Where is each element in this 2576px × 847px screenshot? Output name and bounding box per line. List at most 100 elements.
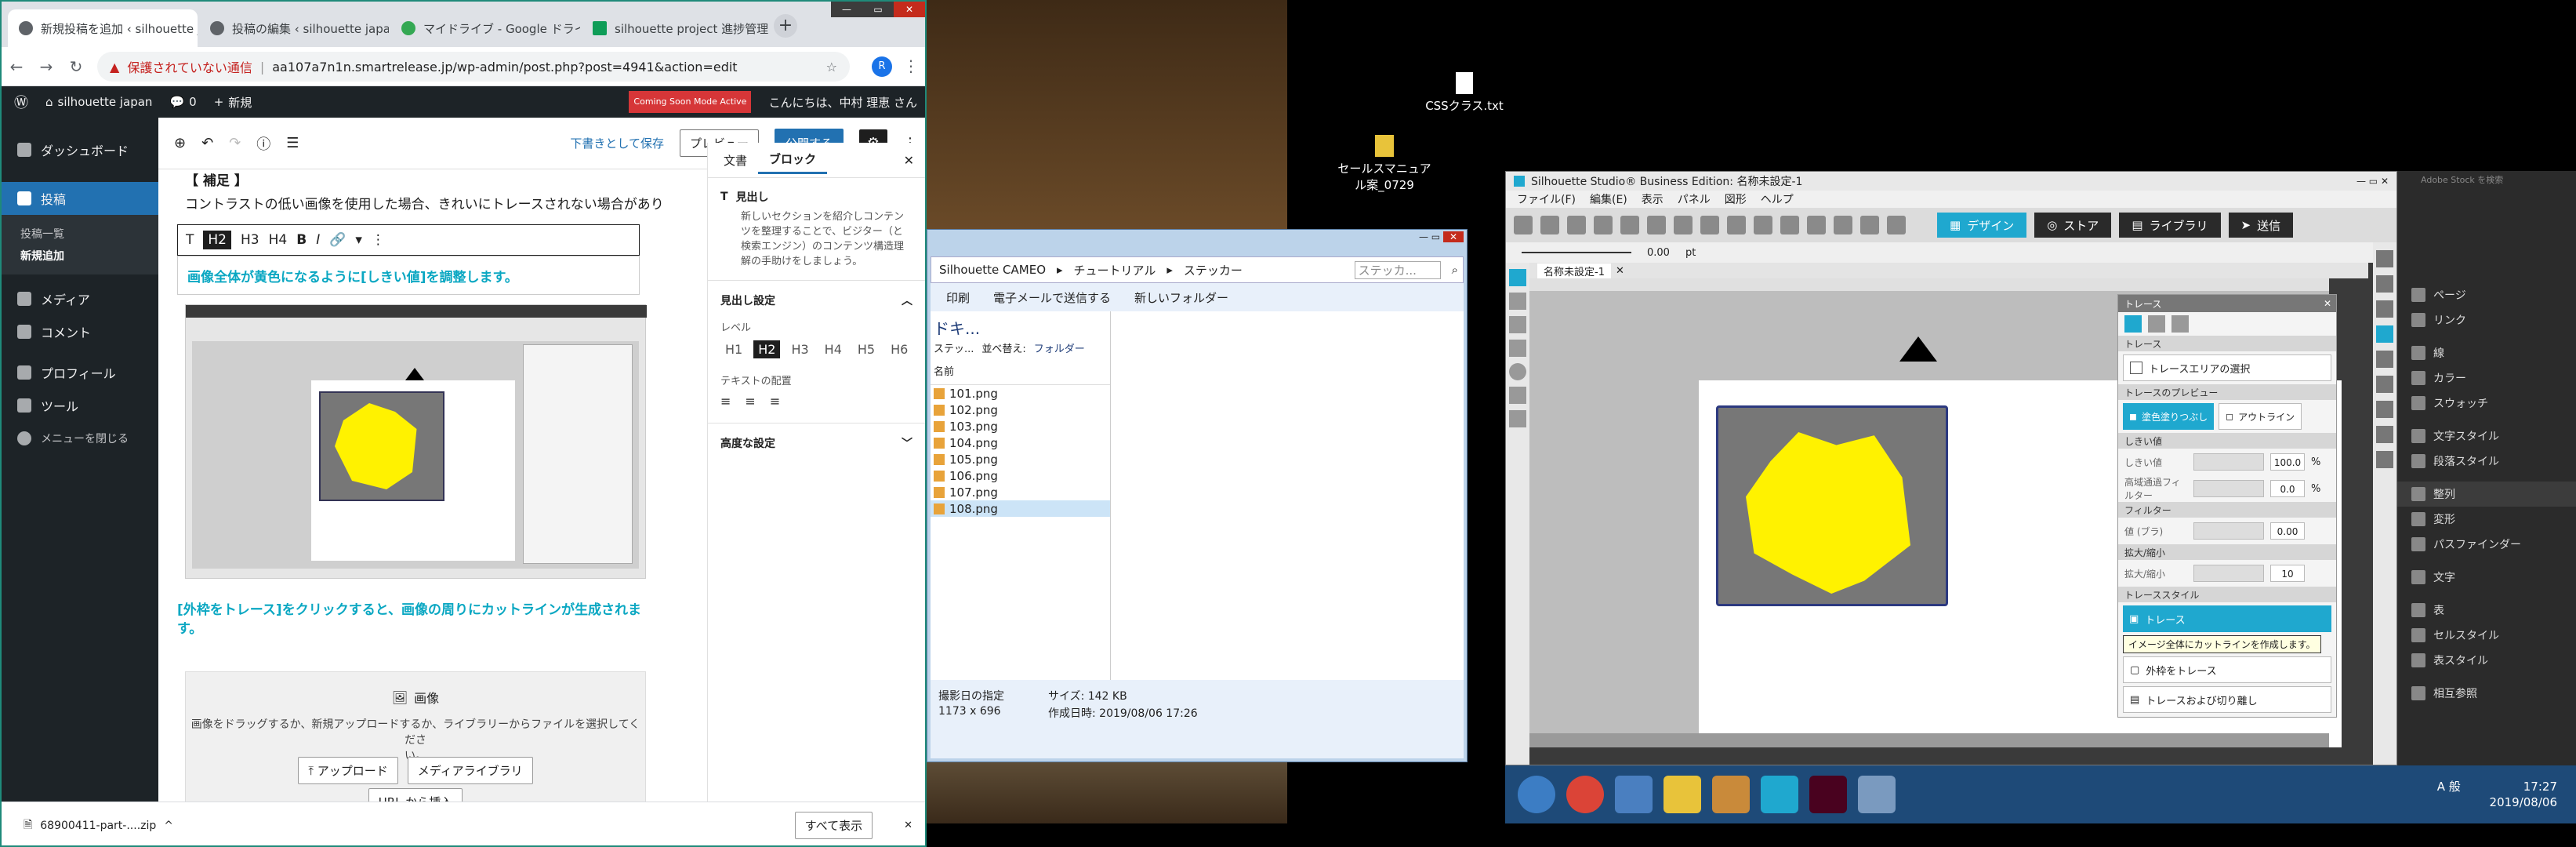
align-left-icon[interactable]: ≡ — [720, 394, 731, 409]
paste-icon[interactable] — [1674, 216, 1693, 234]
tab-design[interactable]: ▦ デザイン — [1937, 213, 2027, 238]
name-column-header[interactable]: 名前 — [931, 357, 1110, 385]
explorer-address-bar[interactable]: Silhouette CAMEO ▸ チュートリアル ▸ ステッカー ステッカ...… — [931, 256, 1464, 283]
media-library-button[interactable]: メディアライブラリ — [407, 757, 533, 784]
outline-preview-button[interactable]: ◻ アウトライン — [2219, 403, 2302, 430]
stock-search-input[interactable]: Adobe Stock を検索 — [2397, 171, 2576, 188]
new-tab-button[interactable]: + — [774, 14, 797, 38]
site-name-link[interactable]: ⌂ silhouette japan — [45, 95, 152, 109]
wordpress-logo-icon[interactable]: Ⓦ — [14, 92, 28, 112]
line-tool-icon[interactable] — [1509, 316, 1526, 333]
eraser-tool-icon[interactable] — [1509, 410, 1526, 427]
menu-file[interactable]: ファイル(F) — [1517, 191, 1576, 207]
line-style-picker[interactable] — [1522, 252, 1631, 253]
file-item[interactable]: 107.png — [931, 484, 1110, 500]
ellipse-tool-icon[interactable] — [1509, 363, 1526, 380]
menu-view[interactable]: 表示 — [1642, 191, 1664, 207]
select-trace-area-button[interactable]: トレースエリアの選択 — [2123, 354, 2331, 381]
ungroup-icon[interactable] — [1780, 216, 1799, 234]
star-icon[interactable]: ☆ — [826, 60, 837, 75]
close-download-bar-icon[interactable]: ✕ — [904, 820, 912, 831]
close-window-icon[interactable]: ✕ — [894, 2, 925, 17]
minimize-icon[interactable]: — — [1419, 231, 1428, 242]
panel-transform[interactable]: 変形 — [2397, 507, 2576, 532]
panel-char-style[interactable]: 文字スタイル — [2397, 424, 2576, 449]
cat-app-taskbar-icon[interactable] — [1712, 776, 1750, 813]
close-doc-icon[interactable]: ✕ — [1616, 265, 1624, 277]
trace-detach-button[interactable]: ▤ トレースおよび切り離し — [2123, 686, 2331, 713]
bold-button[interactable]: B — [296, 232, 307, 248]
level-h4[interactable]: H4 — [820, 340, 847, 358]
outer-trace-button[interactable]: ▢ 外枠をトレース — [2123, 656, 2331, 683]
forward-icon[interactable]: → — [31, 52, 61, 82]
app-taskbar-icon[interactable] — [1615, 776, 1653, 813]
transform-icon[interactable] — [2376, 401, 2393, 418]
zoom-in-icon[interactable] — [1807, 216, 1826, 234]
menu-help[interactable]: ヘルプ — [1761, 191, 1794, 207]
rect-tool-icon[interactable] — [1509, 340, 1526, 357]
chrome-menu-icon[interactable]: ⋮ — [903, 56, 919, 75]
group-icon[interactable] — [1754, 216, 1772, 234]
address-bar[interactable]: ▲ 保護されていない通信 | aa107a7n1n.smartrelease.j… — [97, 52, 850, 82]
tab-store[interactable]: ◎ ストア — [2034, 213, 2112, 238]
blur-value[interactable]: 0.00 — [2270, 522, 2305, 540]
trace-tab-icon[interactable] — [2124, 315, 2142, 333]
explorer-search-input[interactable]: ステッカ... — [1354, 260, 1441, 279]
threshold-value[interactable]: 100.0 — [2270, 453, 2305, 471]
panel-links[interactable]: リンク — [2397, 307, 2576, 333]
text-style-icon[interactable] — [2376, 376, 2393, 393]
copy-icon[interactable] — [1647, 216, 1666, 234]
paragraph-contrast[interactable]: コントラストの低い画像を使用した場合、きれいにトレースされない場合があり — [185, 193, 664, 213]
outline-icon[interactable]: ☰ — [286, 135, 299, 151]
fill-icon[interactable] — [2376, 300, 2393, 318]
panel-align[interactable]: 整列 — [2397, 482, 2576, 507]
menu-posts-new[interactable]: 新規追加 — [2, 245, 158, 267]
menu-profile[interactable]: プロフィール — [2, 356, 158, 389]
align-right-icon[interactable]: ≡ — [770, 394, 780, 409]
tab-document[interactable]: 文書 — [713, 147, 758, 173]
back-icon[interactable]: ← — [2, 52, 31, 82]
file-item[interactable]: 104.png — [931, 434, 1110, 451]
fill-preview-button[interactable]: ◼ 塗色塗りつぶし — [2123, 403, 2215, 430]
file-item[interactable]: 101.png — [931, 385, 1110, 402]
show-all-button[interactable]: すべて表示 — [794, 812, 873, 839]
undo-icon[interactable]: ↶ — [201, 135, 213, 151]
user-greeting[interactable]: こんにちは、中村 理恵 さん — [768, 94, 925, 111]
offset-icon[interactable] — [2376, 451, 2393, 468]
window-taskbar-icon[interactable] — [1858, 776, 1896, 813]
h3-button[interactable]: H3 — [241, 232, 259, 248]
stroke-width-input[interactable]: 0.00 — [1647, 247, 1670, 259]
menu-edit[interactable]: 編集(E) — [1590, 191, 1627, 207]
level-h6[interactable]: H6 — [886, 340, 912, 358]
horizontal-scrollbar[interactable] — [1529, 733, 2329, 747]
maximize-icon[interactable]: ▭ — [2369, 176, 2378, 187]
undo-icon[interactable] — [1700, 216, 1719, 234]
note-heading[interactable]: 【 補足 】 — [185, 169, 248, 189]
chrome-taskbar-icon[interactable] — [1566, 776, 1604, 813]
page-setup-icon[interactable] — [2376, 250, 2393, 267]
close-panel-icon[interactable]: ✕ — [2324, 298, 2336, 309]
menu-dashboard[interactable]: ダッシュボード — [2, 133, 158, 166]
sketch-icon[interactable] — [2171, 315, 2189, 333]
menu-panel[interactable]: パネル — [1678, 191, 1711, 207]
doc-tab[interactable]: 名称未設定-1 — [1537, 263, 1611, 278]
menu-tools[interactable]: ツール — [2, 389, 158, 422]
scale-slider[interactable] — [2193, 565, 2264, 582]
silhouette-taskbar-icon[interactable] — [1761, 776, 1798, 813]
panel-table[interactable]: 表 — [2397, 598, 2576, 623]
new-content-link[interactable]: + 新規 — [214, 94, 252, 111]
add-block-icon[interactable]: ⊕ — [174, 135, 186, 151]
menu-comments[interactable]: コメント — [2, 315, 158, 348]
panel-swatches[interactable]: スウォッチ — [2397, 391, 2576, 416]
tab-new-post[interactable]: 新規投稿を追加 ‹ silhouette jap✕ — [8, 9, 198, 47]
email-button[interactable]: 電子メールで送信する — [993, 289, 1111, 306]
explorer-taskbar-icon[interactable] — [1664, 776, 1701, 813]
tab-send[interactable]: ➤ 送信 — [2228, 213, 2294, 238]
trace-icon[interactable] — [2376, 325, 2393, 343]
tab-library[interactable]: ▤ ライブラリ — [2119, 213, 2221, 238]
save-draft-button[interactable]: 下書きとして保存 — [570, 135, 664, 151]
h2-button[interactable]: H2 — [203, 231, 231, 249]
menu-posts[interactable]: 投稿 — [2, 182, 158, 215]
pan-icon[interactable] — [1887, 216, 1906, 234]
tab-block[interactable]: ブロック — [758, 146, 828, 174]
